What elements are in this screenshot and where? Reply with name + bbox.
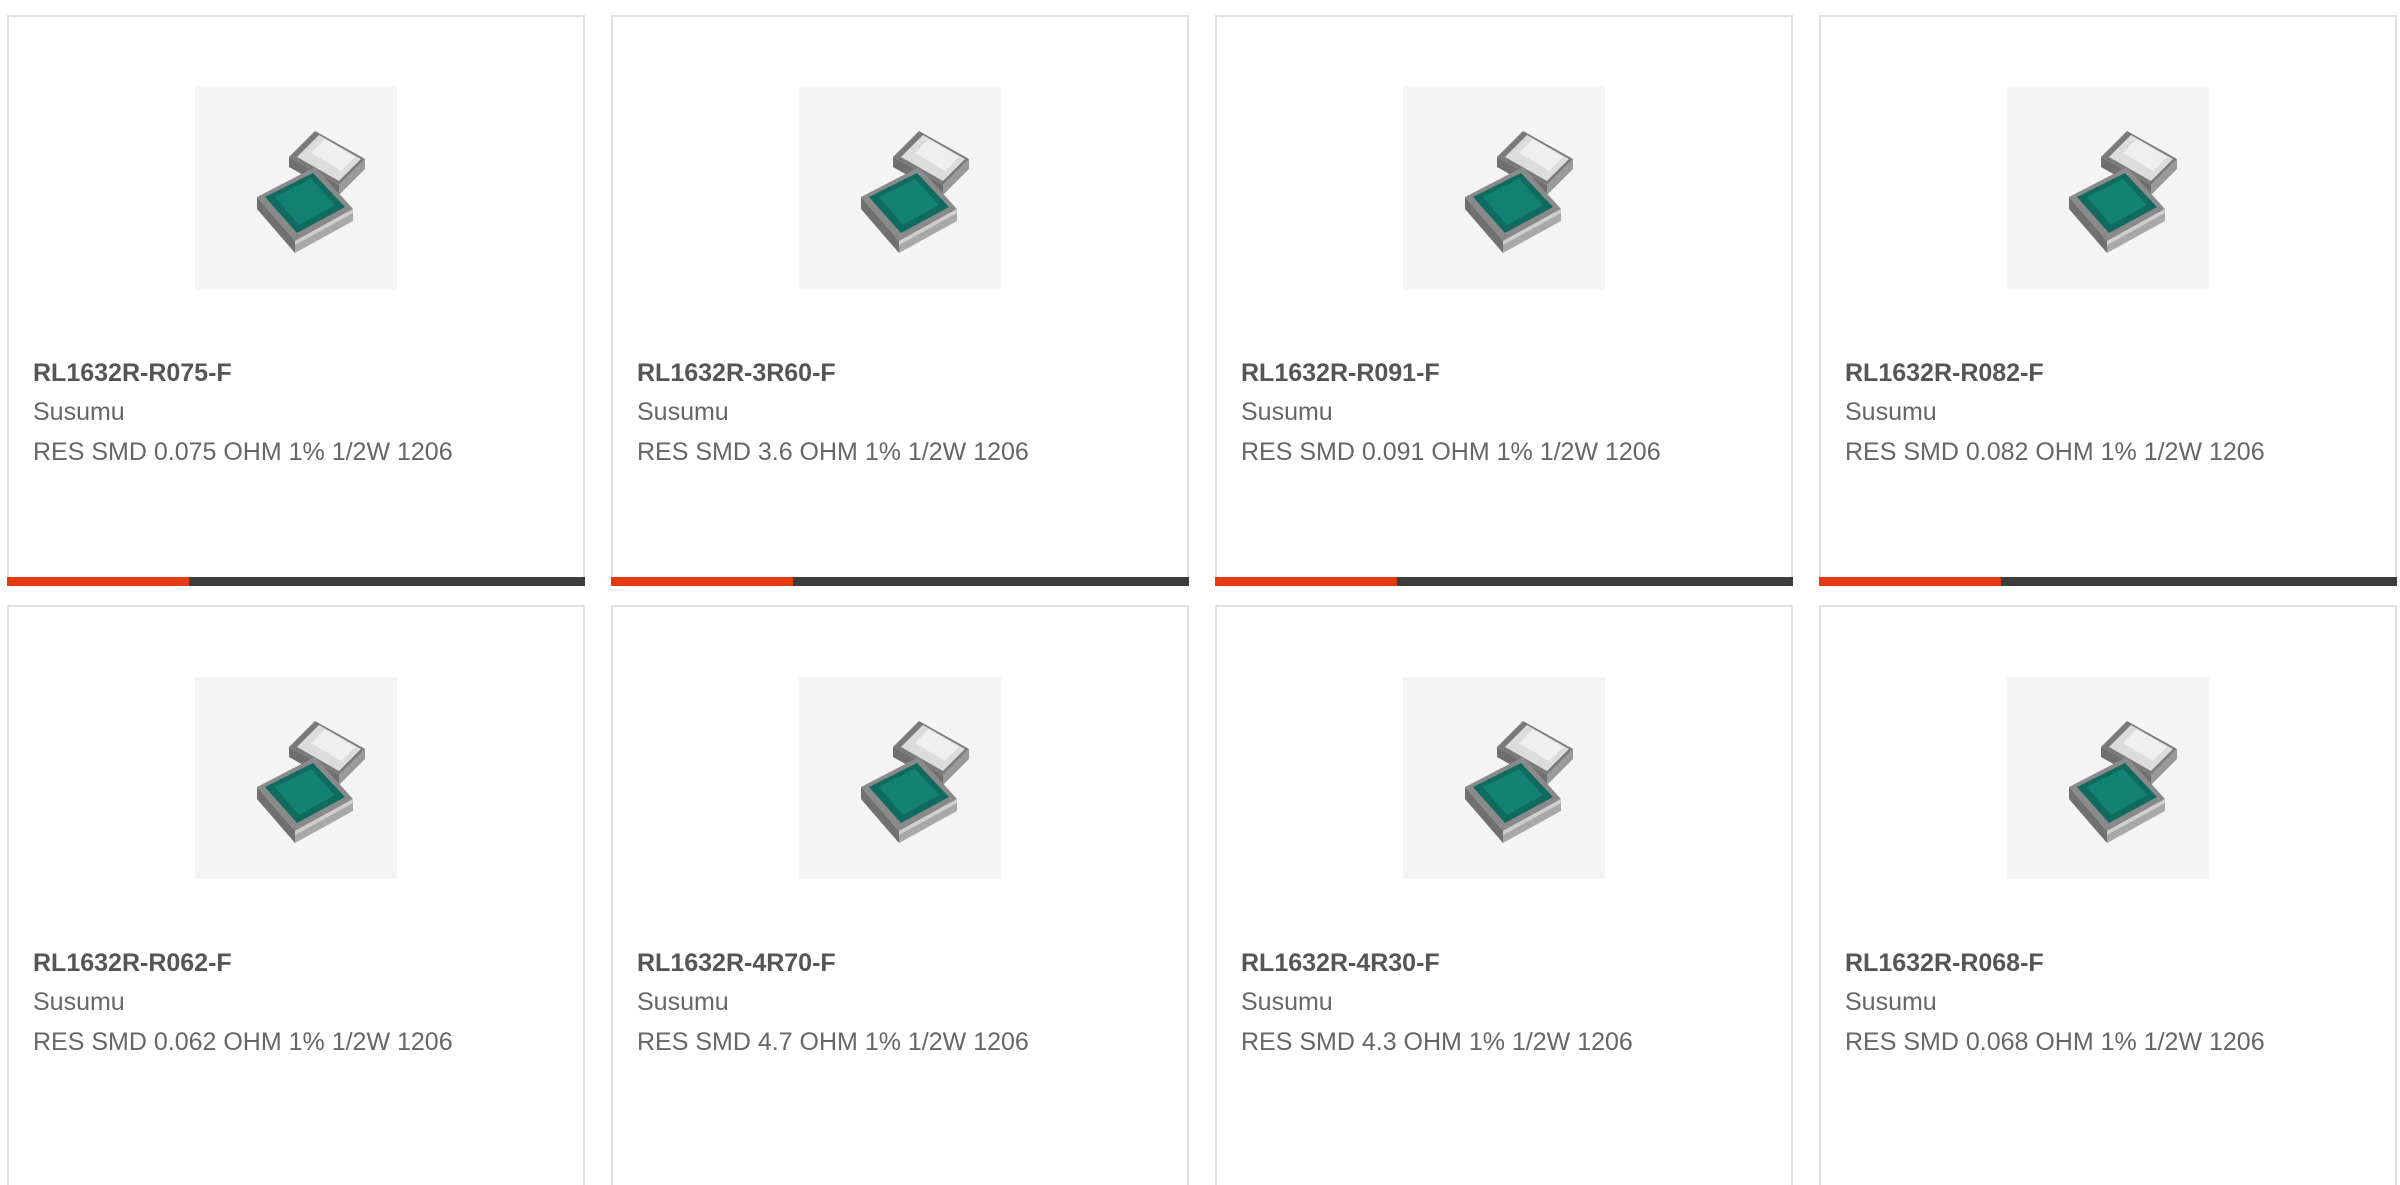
part-number[interactable]: RL1632R-R075-F <box>33 359 232 388</box>
part-number[interactable]: RL1632R-R091-F <box>1241 359 1440 388</box>
product-description: RES SMD 0.091 OHM 1% 1/2W 1206 <box>1241 438 1661 466</box>
progress-bar-fill <box>1215 577 1398 586</box>
product-description: RES SMD 0.062 OHM 1% 1/2W 1206 <box>33 1028 453 1056</box>
progress-bar <box>1215 577 1793 586</box>
product-image[interactable] <box>2007 87 2209 289</box>
product-image[interactable] <box>1403 677 1605 879</box>
product-description: RES SMD 4.7 OHM 1% 1/2W 1206 <box>637 1028 1029 1056</box>
progress-bar-fill <box>7 577 190 586</box>
product-image[interactable] <box>195 87 397 289</box>
product-image[interactable] <box>2007 677 2209 879</box>
product-card[interactable]: RL1632R-4R70-F Susumu RES SMD 4.7 OHM 1%… <box>611 605 1189 1185</box>
part-number[interactable]: RL1632R-R082-F <box>1845 359 2044 388</box>
product-image[interactable] <box>799 87 1001 289</box>
manufacturer-name: Susumu <box>637 988 729 1016</box>
smd-resistor-chip-icon <box>861 721 969 843</box>
product-description: RES SMD 0.075 OHM 1% 1/2W 1206 <box>33 438 453 466</box>
part-number[interactable]: RL1632R-3R60-F <box>637 359 836 388</box>
manufacturer-name: Susumu <box>1845 398 1937 426</box>
product-description: RES SMD 3.6 OHM 1% 1/2W 1206 <box>637 438 1029 466</box>
manufacturer-name: Susumu <box>1845 988 1937 1016</box>
manufacturer-name: Susumu <box>1241 398 1333 426</box>
manufacturer-name: Susumu <box>1241 988 1333 1016</box>
progress-bar <box>611 577 1189 586</box>
part-number[interactable]: RL1632R-4R30-F <box>1241 949 1440 978</box>
product-image[interactable] <box>195 677 397 879</box>
product-card[interactable]: RL1632R-R075-F Susumu RES SMD 0.075 OHM … <box>7 15 585 586</box>
smd-resistor-chip-icon <box>1465 721 1573 843</box>
smd-resistor-chip-icon <box>2069 721 2177 843</box>
product-description: RES SMD 0.082 OHM 1% 1/2W 1206 <box>1845 438 2265 466</box>
product-description: RES SMD 4.3 OHM 1% 1/2W 1206 <box>1241 1028 1633 1056</box>
progress-bar <box>7 577 585 586</box>
progress-bar <box>1819 577 2397 586</box>
product-card[interactable]: RL1632R-4R30-F Susumu RES SMD 4.3 OHM 1%… <box>1215 605 1793 1185</box>
part-number[interactable]: RL1632R-R062-F <box>33 949 232 978</box>
manufacturer-name: Susumu <box>33 988 125 1016</box>
product-card[interactable]: RL1632R-R082-F Susumu RES SMD 0.082 OHM … <box>1819 15 2397 586</box>
manufacturer-name: Susumu <box>637 398 729 426</box>
part-number[interactable]: RL1632R-4R70-F <box>637 949 836 978</box>
smd-resistor-chip-icon <box>257 131 365 253</box>
product-card[interactable]: RL1632R-3R60-F Susumu RES SMD 3.6 OHM 1%… <box>611 15 1189 586</box>
product-card[interactable]: RL1632R-R068-F Susumu RES SMD 0.068 OHM … <box>1819 605 2397 1185</box>
smd-resistor-chip-icon <box>1465 131 1573 253</box>
progress-bar-fill <box>611 577 794 586</box>
product-card[interactable]: RL1632R-R091-F Susumu RES SMD 0.091 OHM … <box>1215 15 1793 586</box>
smd-resistor-chip-icon <box>2069 131 2177 253</box>
part-number[interactable]: RL1632R-R068-F <box>1845 949 2044 978</box>
product-image[interactable] <box>1403 87 1605 289</box>
smd-resistor-chip-icon <box>861 131 969 253</box>
progress-bar-fill <box>1819 577 2002 586</box>
product-card[interactable]: RL1632R-R062-F Susumu RES SMD 0.062 OHM … <box>7 605 585 1185</box>
manufacturer-name: Susumu <box>33 398 125 426</box>
product-image[interactable] <box>799 677 1001 879</box>
smd-resistor-chip-icon <box>257 721 365 843</box>
product-grid: RL1632R-R075-F Susumu RES SMD 0.075 OHM … <box>0 0 2400 1185</box>
product-description: RES SMD 0.068 OHM 1% 1/2W 1206 <box>1845 1028 2265 1056</box>
